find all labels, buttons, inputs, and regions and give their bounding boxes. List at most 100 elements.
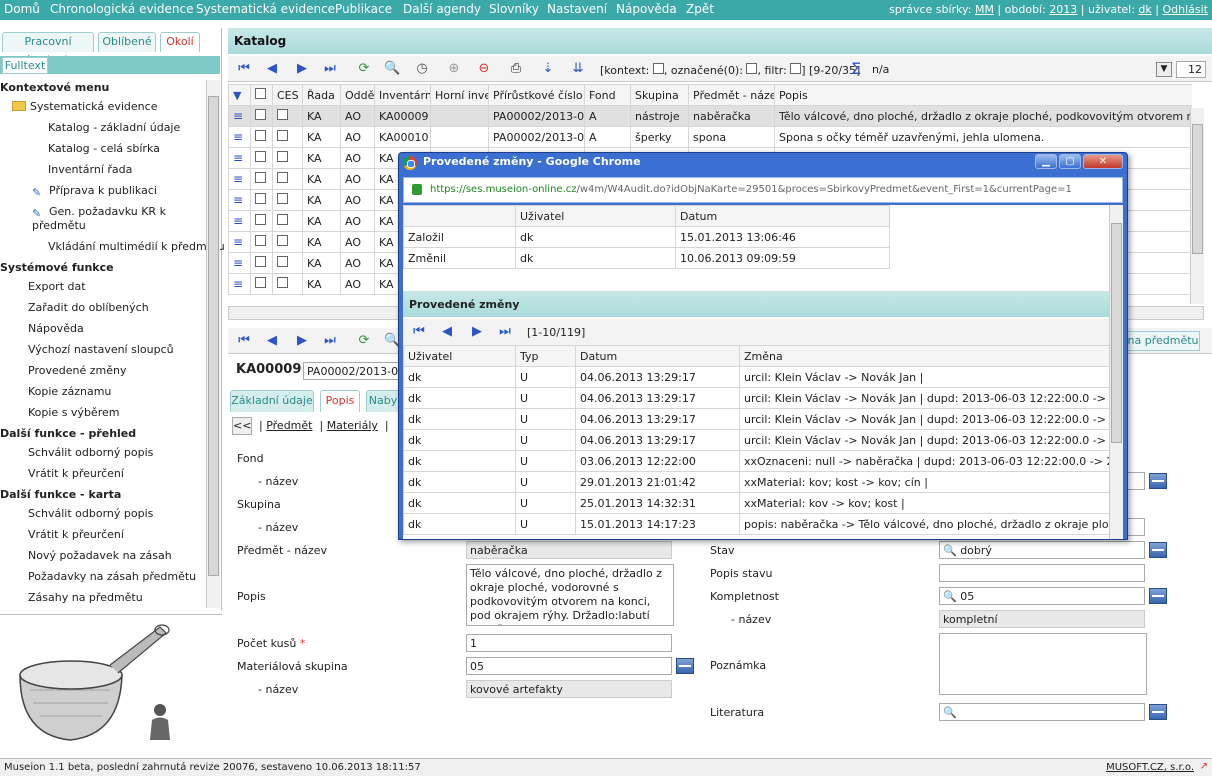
literatura-field[interactable]: 🔍 — [939, 703, 1145, 721]
logout-link[interactable]: Odhlásit — [1162, 3, 1208, 16]
row-checkbox[interactable] — [255, 109, 266, 120]
poznamka-textarea[interactable] — [939, 633, 1147, 695]
kompletnost-field[interactable]: 🔍 05 — [939, 587, 1145, 605]
lines-icon[interactable]: ≡ — [228, 231, 251, 253]
lines-icon[interactable]: ≡ — [228, 126, 251, 148]
menu-export-dat[interactable]: Export dat — [28, 280, 86, 293]
menu-vychozi-sloupce[interactable]: Výchozí nastavení sloupců — [28, 343, 174, 356]
menu-kopie-zaznamu[interactable]: Kopie záznamu — [28, 385, 111, 398]
tab-popis[interactable]: Popis — [320, 390, 360, 412]
table-row[interactable]: ≡ KAAOKA00009 PA00002/2013-0001Anástrojena… — [228, 105, 1192, 127]
row-checkbox[interactable] — [255, 277, 266, 288]
menu-vratit-prehled[interactable]: Vrátit k přeurčení — [28, 467, 124, 480]
print-icon[interactable]: ⎙ — [508, 61, 524, 77]
row-ces-checkbox[interactable] — [277, 256, 288, 267]
col-ces[interactable]: CES — [272, 84, 303, 106]
col-skupina[interactable]: Skupina — [630, 84, 689, 106]
changes-next-icon[interactable]: ▶ — [469, 324, 485, 340]
back-button[interactable]: << — [232, 417, 252, 435]
filtr-checkbox[interactable] — [790, 63, 802, 74]
col-predmet[interactable]: Předmět - název — [688, 84, 775, 106]
col-inventarni[interactable]: Inventární číslo — [374, 84, 431, 106]
menu-zpet[interactable]: Zpět — [686, 2, 714, 16]
row-checkbox[interactable] — [255, 193, 266, 204]
maximize-icon[interactable]: ▢ — [1059, 154, 1081, 169]
record-pc-field[interactable]: PA00002/2013-0001 — [303, 362, 403, 380]
link-materialy[interactable]: Materiály — [327, 419, 378, 432]
menu-katalog-zakladni[interactable]: Katalog - základní údaje — [48, 121, 180, 134]
mat-lookup-icon[interactable] — [676, 658, 694, 674]
sort-down-icon[interactable]: ⇣ — [540, 61, 556, 77]
menu-napoveda[interactable]: Nápověda — [616, 2, 677, 16]
menu-priprava-publikace[interactable]: ✎ Příprava k publikaci — [32, 184, 157, 199]
menu-domu[interactable]: Domů — [4, 2, 40, 16]
row-ces-checkbox[interactable] — [277, 214, 288, 225]
uzivatel-link[interactable]: dk — [1138, 3, 1151, 16]
menu-katalog-cela[interactable]: Katalog - celá sbírka — [48, 142, 160, 155]
spravce-link[interactable]: MM — [975, 3, 994, 16]
stav-lookup-icon[interactable] — [1149, 542, 1167, 558]
detail-first-icon[interactable]: ⏮ — [236, 333, 252, 349]
page-size-dropdown-icon[interactable]: ▼ — [1156, 62, 1172, 77]
minimize-icon[interactable]: ▁ — [1035, 154, 1057, 169]
refresh-icon[interactable]: ⟳ — [356, 61, 372, 77]
menu-zasahy[interactable]: Zásahy na předmětu — [28, 591, 143, 604]
catalog-scroll-thumb[interactable] — [1192, 124, 1203, 254]
prev-page-icon[interactable]: ◀ — [264, 61, 280, 77]
last-page-icon[interactable]: ⏭ — [322, 61, 338, 77]
lines-icon[interactable]: ≡ — [228, 147, 251, 169]
menu-slovniky[interactable]: Slovníky — [489, 2, 539, 16]
row-checkbox[interactable] — [255, 214, 266, 225]
popis-textarea[interactable]: Tělo válcové, dno ploché, držadlo z okra… — [466, 564, 674, 626]
stav-field[interactable]: 🔍 dobrý — [939, 541, 1145, 559]
lines-icon[interactable]: ≡ — [228, 273, 251, 295]
col-horni[interactable]: Horní inventární — [430, 84, 489, 106]
tab-okoli[interactable]: Okolí — [160, 32, 200, 52]
changes-last-icon[interactable]: ⏭ — [497, 324, 513, 340]
add-icon[interactable]: ⊕ — [446, 61, 462, 77]
menu-publikace[interactable]: Publikace — [335, 2, 392, 16]
row-checkbox[interactable] — [255, 172, 266, 183]
popis-stavu-field[interactable] — [939, 564, 1145, 582]
menu-schvalit-karta[interactable]: Schválit odborný popis — [28, 507, 153, 520]
row-checkbox[interactable] — [255, 151, 266, 162]
row-checkbox[interactable] — [255, 130, 266, 141]
tab-naby[interactable]: Naby — [366, 390, 400, 412]
lines-icon[interactable]: ≡ — [228, 168, 251, 190]
popup-scroll-thumb[interactable] — [1111, 223, 1122, 443]
changes-first-icon[interactable]: ⏮ — [411, 324, 427, 340]
sort-all-icon[interactable]: ⇊ — [570, 61, 586, 77]
detail-last-icon[interactable]: ⏭ — [322, 333, 338, 349]
link-predmet[interactable]: Předmět — [266, 419, 312, 432]
first-page-icon[interactable]: ⏮ — [236, 61, 252, 77]
tab-oblibene[interactable]: Oblíbené — [98, 32, 156, 52]
url-text[interactable]: https://ses.museion-online.cz/w4m/W4Audi… — [430, 184, 1072, 195]
lines-icon[interactable]: ≡ — [228, 210, 251, 232]
obdobi-link[interactable]: 2013 — [1049, 3, 1077, 16]
col-rada[interactable]: Řada — [302, 84, 341, 106]
url-bar[interactable]: https://ses.museion-online.cz/w4m/W4Audi… — [403, 177, 1123, 203]
kompletnost-lookup-icon[interactable] — [1149, 588, 1167, 604]
pocet-field[interactable]: 1 — [466, 634, 672, 652]
menu-novy-pozadavek[interactable]: Nový požadavek na zásah — [28, 549, 172, 562]
tab-zakladni-udaje[interactable]: Základní údaje — [230, 390, 314, 412]
row-ces-checkbox[interactable] — [277, 193, 288, 204]
menu-schvalit-prehled[interactable]: Schválit odborný popis — [28, 446, 153, 459]
changes-prev-icon[interactable]: ◀ — [439, 324, 455, 340]
clock-icon[interactable]: ◷ — [414, 61, 430, 77]
row-checkbox[interactable] — [255, 256, 266, 267]
menu-zaradit-oblibenych[interactable]: Zařadit do oblíbených — [28, 301, 149, 314]
close-icon[interactable]: ✕ — [1083, 154, 1123, 169]
col-prirustkove[interactable]: Přírůstkové číslo — [488, 84, 585, 106]
lines-icon[interactable]: ≡ — [228, 189, 251, 211]
external-link-icon[interactable]: ↗ — [1200, 761, 1208, 772]
row-ces-checkbox[interactable] — [277, 235, 288, 246]
detail-prev-icon[interactable]: ◀ — [264, 333, 280, 349]
lines-icon[interactable]: ≡ — [228, 105, 251, 127]
sum-icon[interactable]: Σ — [848, 61, 864, 77]
context-checkbox[interactable] — [652, 63, 664, 74]
left-scrollbar[interactable] — [206, 80, 220, 608]
row-ces-checkbox[interactable] — [277, 151, 288, 162]
na-predmetu-button[interactable]: na předmětu — [1126, 331, 1200, 351]
col-oddeleni[interactable]: Oddělení — [340, 84, 375, 106]
